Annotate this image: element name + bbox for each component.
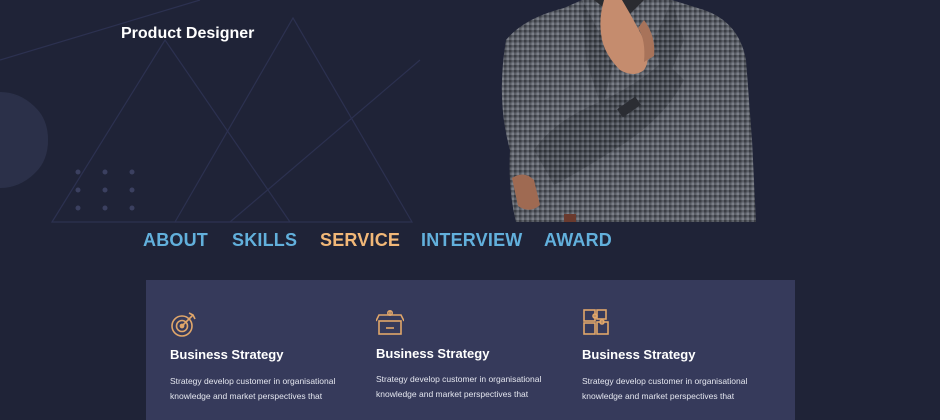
services-panel: Business Strategy Strategy develop custo… [146, 280, 795, 420]
gift-box-icon [376, 309, 404, 335]
target-icon [171, 312, 196, 337]
nav-link-award[interactable]: AWARD [544, 230, 612, 251]
hero-subtitle: Product Designer [121, 25, 255, 42]
nav-link-skills[interactable]: SKILLS [232, 230, 297, 251]
service-title: Business Strategy [170, 347, 284, 362]
service-title: Business Strategy [582, 347, 696, 362]
puzzle-icon [583, 309, 609, 335]
portrait-photo [501, 0, 756, 222]
service-description: Strategy develop customer in organisatio… [376, 374, 542, 399]
service-title: Business Strategy [376, 346, 490, 361]
nav-link-service[interactable]: SERVICE [320, 230, 400, 251]
nav-link-interview[interactable]: INTERVIEW [421, 230, 522, 251]
nav-link-about[interactable]: ABOUT [143, 230, 208, 251]
